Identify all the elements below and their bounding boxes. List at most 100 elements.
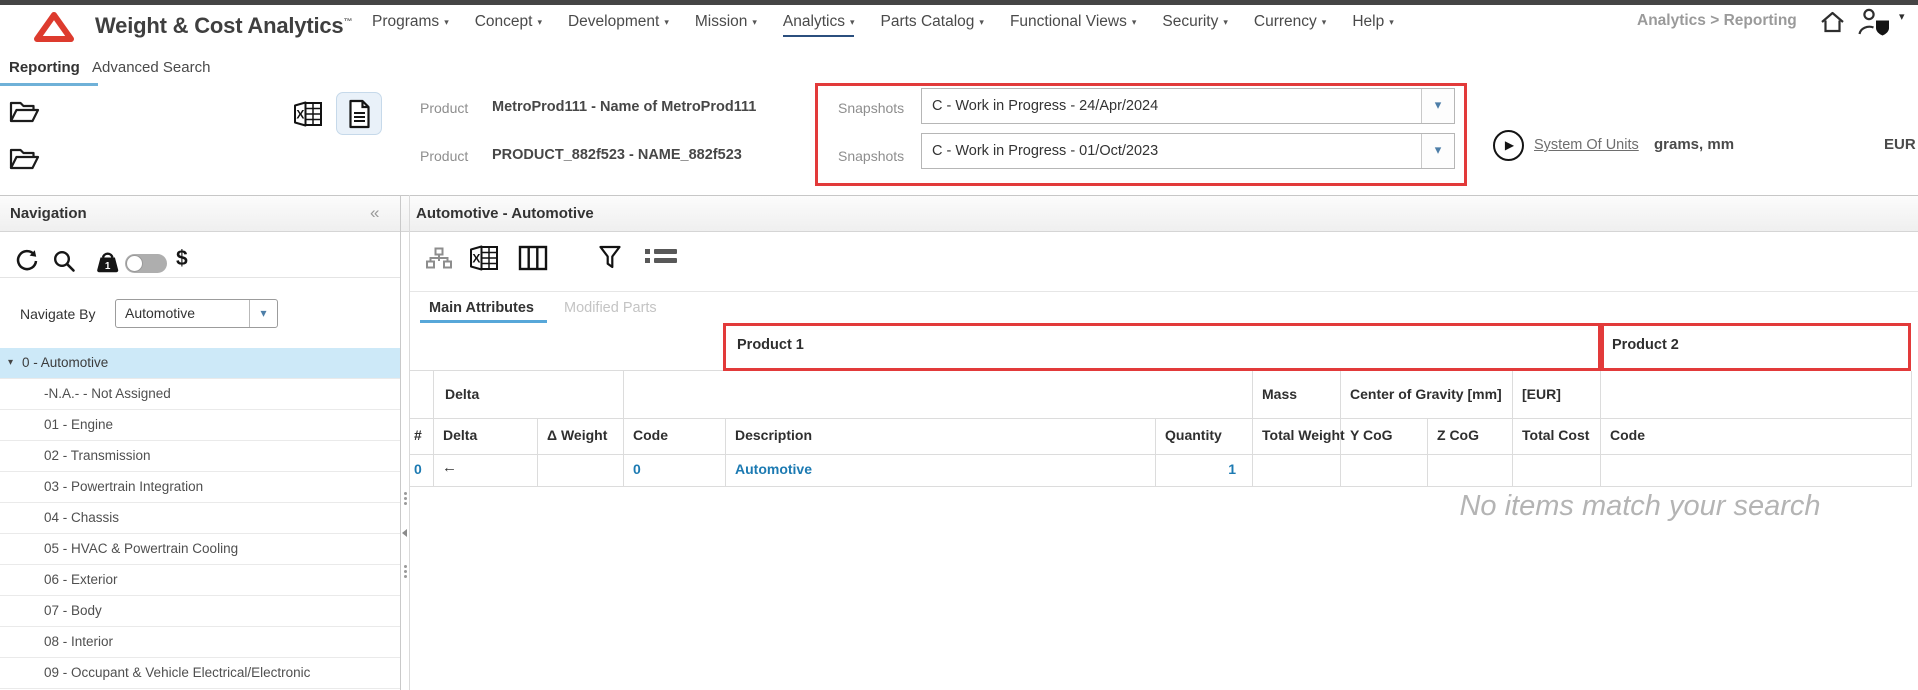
tab-reporting[interactable]: Reporting — [9, 59, 80, 76]
weight-icon[interactable]: 1 — [94, 248, 121, 274]
tree-item-03-powertrain-integration[interactable]: 03 - Powertrain Integration — [0, 472, 400, 503]
nav-concept[interactable]: Concept▾ — [475, 13, 542, 31]
tree-item-07-body[interactable]: 07 - Body — [0, 596, 400, 627]
tree-item-05-hvac[interactable]: 05 - HVAC & Powertrain Cooling — [0, 534, 400, 565]
table-gridline — [1512, 371, 1513, 487]
filter-icon[interactable] — [598, 244, 622, 270]
col-header-delta-weight[interactable]: Δ Weight — [547, 427, 607, 443]
home-icon[interactable] — [1819, 9, 1846, 34]
group-header-product1: Product 1 — [737, 337, 804, 353]
grip-dot — [404, 497, 407, 500]
open-report-folder-icon[interactable] — [9, 146, 40, 172]
search-icon[interactable] — [52, 249, 76, 273]
grip-dot — [404, 565, 407, 568]
refresh-icon[interactable] — [15, 249, 39, 273]
snapshot-dropdown-2[interactable]: C - Work in Progress - 01/Oct/2023 ▾ — [921, 133, 1455, 169]
col-header-y-cog[interactable]: Y CoG — [1350, 427, 1393, 443]
splitter-grip[interactable] — [402, 563, 408, 580]
collapse-panel-icon[interactable]: « — [370, 203, 379, 223]
col-header-total-weight[interactable]: Total Weight — [1262, 427, 1345, 443]
snapshot-dropdown-1[interactable]: C - Work in Progress - 24/Apr/2024 ▾ — [921, 88, 1455, 124]
tree-item-label: -N.A.- - Not Assigned — [0, 379, 171, 409]
snapshot-dropdown-1-caret-icon[interactable]: ▾ — [1421, 89, 1454, 123]
play-icon: ▶ — [1503, 138, 1514, 152]
chevron-down-icon: ▾ — [850, 18, 855, 27]
weight-cost-toggle[interactable] — [125, 254, 167, 273]
empty-results-message: No items match your search — [1355, 490, 1918, 523]
tree-expand-caret-icon[interactable]: ▾ — [8, 348, 13, 378]
nav-label: Analytics — [783, 13, 845, 31]
hierarchy-view-icon[interactable] — [426, 247, 452, 271]
col-header-description[interactable]: Description — [735, 427, 812, 443]
user-menu-caret-icon[interactable]: ▾ — [1899, 12, 1905, 23]
report-view-button[interactable] — [336, 92, 382, 135]
main-toolbar-divider — [410, 291, 1918, 292]
table-gridline — [623, 371, 624, 487]
columns-icon[interactable] — [518, 245, 548, 271]
table-gridline — [1252, 371, 1253, 487]
nav-parts-catalog[interactable]: Parts Catalog▾ — [880, 13, 983, 31]
nav-label: Functional Views — [1010, 13, 1127, 31]
nav-programs[interactable]: Programs▾ — [372, 13, 449, 31]
tab-main-attributes-underline — [420, 320, 547, 323]
splitter-collapse-arrow-icon[interactable] — [402, 529, 407, 537]
tree-item-08-interior[interactable]: 08 - Interior — [0, 627, 400, 658]
col-header-delta[interactable]: Delta — [443, 427, 477, 443]
nav-mission[interactable]: Mission▾ — [695, 13, 757, 31]
row-code-link[interactable]: 0 — [633, 461, 641, 477]
tree-item-01-engine[interactable]: 01 - Engine — [0, 410, 400, 441]
col-header-code2[interactable]: Code — [1610, 427, 1645, 443]
table-gridline — [1427, 419, 1428, 487]
col-header-total-cost[interactable]: Total Cost — [1522, 427, 1589, 443]
app-title: Weight & Cost Analytics™ — [95, 13, 352, 39]
snapshot-dropdown-1-value: C - Work in Progress - 24/Apr/2024 — [932, 89, 1158, 123]
tab-modified-parts[interactable]: Modified Parts — [564, 300, 657, 316]
export-excel-icon[interactable]: X — [292, 99, 325, 129]
nav-label: Concept — [475, 13, 533, 31]
open-report-folder-icon[interactable] — [9, 99, 40, 125]
tree-item-04-chassis[interactable]: 04 - Chassis — [0, 503, 400, 534]
tab-reporting-underline — [0, 83, 98, 86]
export-excel-icon[interactable]: X — [468, 243, 501, 273]
nav-analytics[interactable]: Analytics ▾ — [783, 13, 855, 37]
chevron-down-icon: ▾ — [1389, 18, 1394, 27]
user-menu[interactable] — [1856, 7, 1894, 36]
tab-advanced-search[interactable]: Advanced Search — [92, 59, 210, 76]
splitter-grip[interactable] — [402, 490, 408, 507]
cost-dollar-icon[interactable]: $ — [176, 247, 188, 271]
tree-item-label: 09 - Occupant & Vehicle Electrical/Elect… — [0, 658, 310, 688]
table-gridline — [410, 454, 1911, 455]
tree-item-06-exterior[interactable]: 06 - Exterior — [0, 565, 400, 596]
chevron-down-icon: ▾ — [979, 18, 984, 27]
nav-security[interactable]: Security▾ — [1162, 13, 1228, 31]
snapshot-dropdown-2-caret-icon[interactable]: ▾ — [1421, 134, 1454, 168]
currency-value: EUR — [1884, 136, 1916, 153]
main-panel-border — [409, 195, 410, 690]
col-header-quantity[interactable]: Quantity — [1165, 427, 1222, 443]
tree-item-automotive-root[interactable]: ▾ 0 - Automotive — [0, 348, 400, 379]
tree-item-02-transmission[interactable]: 02 - Transmission — [0, 441, 400, 472]
list-settings-icon[interactable] — [644, 247, 678, 271]
nav-currency[interactable]: Currency▾ — [1254, 13, 1326, 31]
toggle-knob — [126, 255, 143, 272]
tree-item-not-assigned[interactable]: -N.A.- - Not Assigned — [0, 379, 400, 410]
col-header-z-cog[interactable]: Z CoG — [1437, 427, 1479, 443]
col-header-code[interactable]: Code — [633, 427, 668, 443]
navigate-by-caret-icon[interactable]: ▾ — [249, 300, 277, 327]
nav-help[interactable]: Help▾ — [1352, 13, 1393, 31]
system-of-units-link[interactable]: System Of Units — [1534, 137, 1639, 153]
navigate-by-select[interactable]: Automotive ▾ — [115, 299, 278, 328]
svg-text:X: X — [472, 252, 480, 266]
row-quantity: 1 — [1155, 461, 1244, 477]
tab-main-attributes[interactable]: Main Attributes — [429, 300, 534, 316]
run-report-button[interactable]: ▶ — [1493, 130, 1524, 161]
nav-functional-views[interactable]: Functional Views▾ — [1010, 13, 1136, 31]
col-header-num[interactable]: # — [414, 427, 422, 443]
nav-development[interactable]: Development▾ — [568, 13, 669, 31]
row-description-link[interactable]: Automotive — [735, 461, 812, 477]
tree-item-label: 04 - Chassis — [0, 503, 119, 533]
group-header-cog: Center of Gravity [mm] — [1350, 386, 1502, 402]
chevron-down-icon: ▾ — [664, 18, 669, 27]
tree-item-09-occupant-electrical[interactable]: 09 - Occupant & Vehicle Electrical/Elect… — [0, 658, 400, 689]
row-num-link[interactable]: 0 — [414, 461, 422, 477]
